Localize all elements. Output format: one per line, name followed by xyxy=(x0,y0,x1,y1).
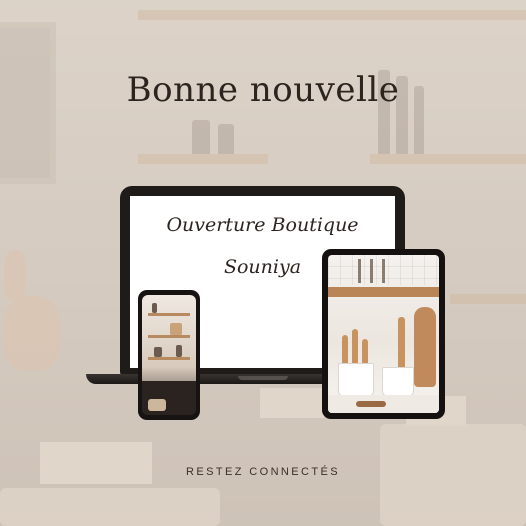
phone-photo-item xyxy=(154,347,162,357)
phone-photo-shelf xyxy=(148,313,190,316)
phone-photo-item xyxy=(152,303,157,313)
phone-photo-stool xyxy=(148,399,166,411)
phone-photo-item xyxy=(170,323,182,335)
laptop-text-line-1: Ouverture Boutique xyxy=(166,214,359,236)
phone-photo-shelf xyxy=(148,335,190,338)
tablet-mockup xyxy=(322,249,445,419)
tablet-photo-rolling-pin xyxy=(398,317,405,371)
tablet-photo-utensil-pot xyxy=(338,363,374,397)
phone-photo-shelf xyxy=(148,357,190,360)
tablet-photo-brush xyxy=(356,401,386,407)
tablet-photo-utensil xyxy=(358,259,361,283)
headline: Bonne nouvelle xyxy=(126,70,400,110)
laptop-notch xyxy=(238,376,288,380)
tablet-photo-shelf xyxy=(328,287,439,297)
phone-mockup xyxy=(138,290,200,420)
phone-screen-shop-photo xyxy=(142,295,196,415)
tablet-screen-kitchen-photo xyxy=(328,255,439,413)
tablet-photo-utensil-pot xyxy=(382,367,414,397)
tablet-photo-utensil xyxy=(370,259,373,283)
phone-photo-item xyxy=(176,345,182,357)
footer-tagline: RESTEZ CONNECTÉS xyxy=(186,466,340,478)
tablet-photo-utensil xyxy=(382,259,385,283)
announcement-graphic: Bonne nouvelle Ouverture Boutique Souniy… xyxy=(0,0,526,526)
tablet-photo-cutting-board xyxy=(414,307,436,387)
